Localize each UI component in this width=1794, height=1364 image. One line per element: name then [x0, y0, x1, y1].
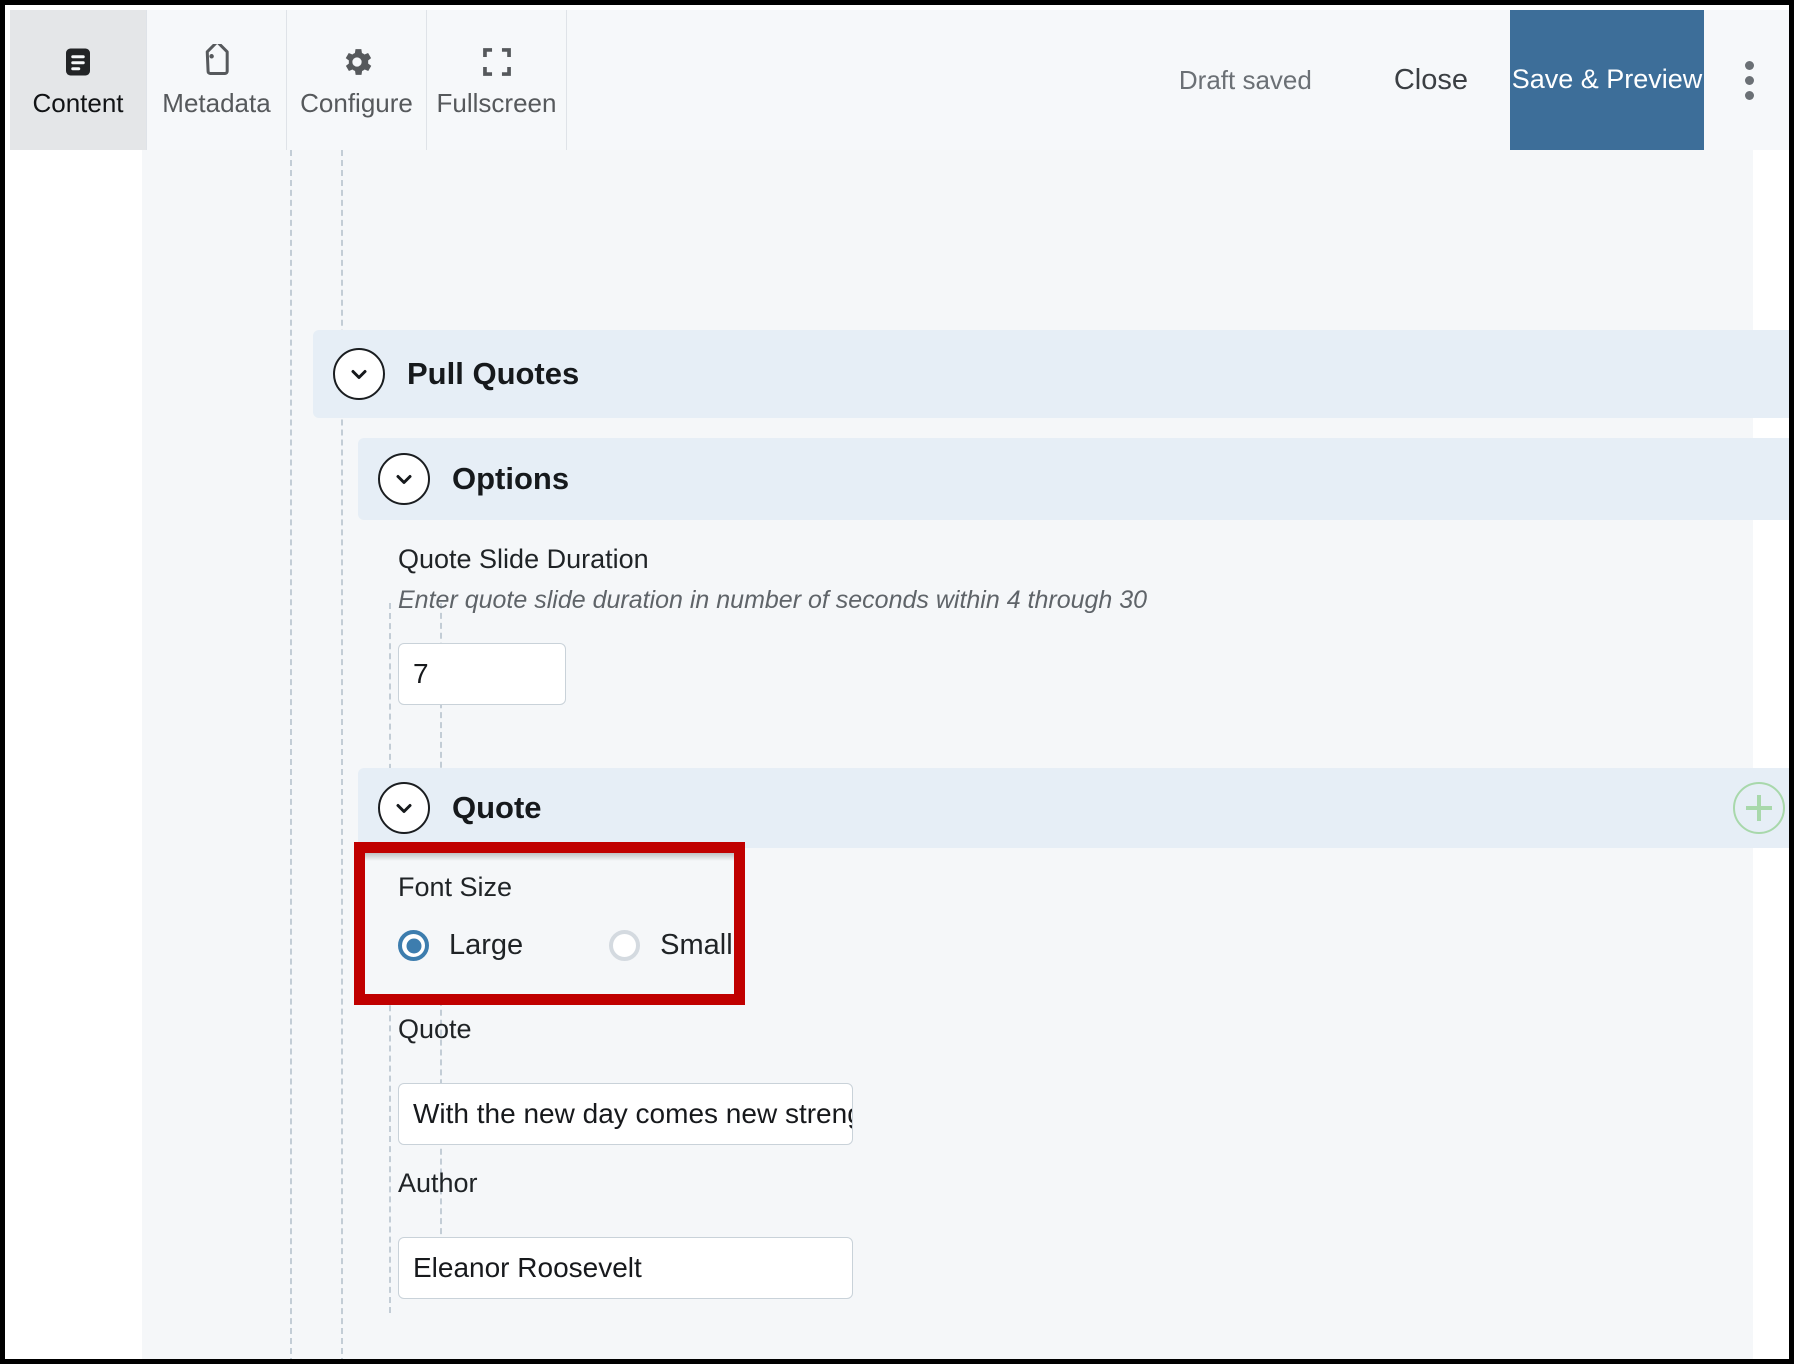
section-title-quote: Quote: [452, 790, 542, 825]
section-title-options: Options: [452, 461, 570, 496]
tab-fullscreen-label: Fullscreen: [436, 88, 557, 118]
tag-icon: [199, 44, 235, 80]
quote-slide-duration-input[interactable]: 7: [398, 643, 566, 705]
chevron-down-icon[interactable]: [378, 453, 430, 505]
radio-option-large[interactable]: Large: [398, 929, 523, 962]
plus-circle-icon[interactable]: [1733, 782, 1785, 834]
radio-button-large[interactable]: [398, 930, 429, 961]
highlight-inner-shadow: [365, 853, 734, 861]
kebab-dot: [1744, 75, 1754, 85]
field-quote-text: Quote With the new day comes new strengt…: [398, 1016, 853, 1145]
toolbar-tab-group: Content Metadata Configure Fullscreen: [10, 10, 567, 158]
section-header-pull-quotes[interactable]: Pull Quotes: [313, 330, 1789, 418]
tab-metadata-label: Metadata: [162, 88, 271, 118]
editor-toolbar: Content Metadata Configure Fullscreen Dr…: [10, 10, 1789, 158]
quote-slide-duration-hint: Enter quote slide duration in number of …: [398, 586, 1148, 614]
gear-icon: [339, 44, 375, 80]
font-size-radio-group: Large Small: [398, 929, 733, 962]
kebab-dot: [1744, 60, 1754, 70]
document-lines-icon: [60, 44, 96, 80]
kebab-menu-icon[interactable]: [1704, 10, 1789, 150]
tab-configure-label: Configure: [300, 88, 413, 118]
fullscreen-icon: [480, 44, 514, 80]
section-header-quote[interactable]: Quote: [358, 768, 1789, 848]
tab-metadata[interactable]: Metadata: [147, 10, 287, 150]
kebab-dot: [1744, 90, 1754, 100]
tab-content-label: Content: [32, 88, 124, 118]
radio-button-small[interactable]: [609, 930, 641, 961]
form-canvas: Pull Quotes Options Quote Slide Duration…: [142, 150, 1789, 1359]
field-font-size: Font Size Large Small: [398, 874, 733, 962]
section-header-options[interactable]: Options: [358, 438, 1789, 520]
editor-window: Content Metadata Configure Fullscreen Dr…: [0, 0, 1794, 1364]
indent-guide-line: [290, 150, 292, 1359]
tab-content[interactable]: Content: [10, 10, 147, 158]
radio-label-small: Small: [660, 929, 733, 961]
quote-text-label: Quote: [398, 1014, 472, 1044]
field-quote-slide-duration: Quote Slide Duration Enter quote slide d…: [398, 544, 1147, 705]
editor-body: Pull Quotes Options Quote Slide Duration…: [10, 150, 1789, 1359]
save-and-preview-button[interactable]: Save & Preview: [1510, 10, 1704, 150]
font-size-label: Font Size: [398, 872, 513, 902]
quote-text-input[interactable]: With the new day comes new strength: [398, 1083, 853, 1145]
radio-option-small[interactable]: Small: [609, 929, 733, 962]
tab-configure[interactable]: Configure: [287, 10, 427, 150]
field-author: Author Eleanor Roosevelt: [398, 1170, 853, 1299]
tab-fullscreen[interactable]: Fullscreen: [427, 10, 567, 150]
section-title-pull-quotes: Pull Quotes: [407, 356, 580, 391]
chevron-down-icon[interactable]: [378, 782, 430, 834]
toolbar-actions: Draft saved Close Save & Preview: [1139, 10, 1789, 150]
author-input[interactable]: Eleanor Roosevelt: [398, 1237, 853, 1299]
radio-label-large: Large: [449, 929, 524, 961]
quote-slide-duration-label: Quote Slide Duration: [398, 544, 649, 574]
close-button[interactable]: Close: [1352, 64, 1510, 97]
chevron-down-icon[interactable]: [333, 348, 385, 400]
author-label: Author: [398, 1168, 478, 1198]
draft-status: Draft saved: [1178, 64, 1312, 95]
